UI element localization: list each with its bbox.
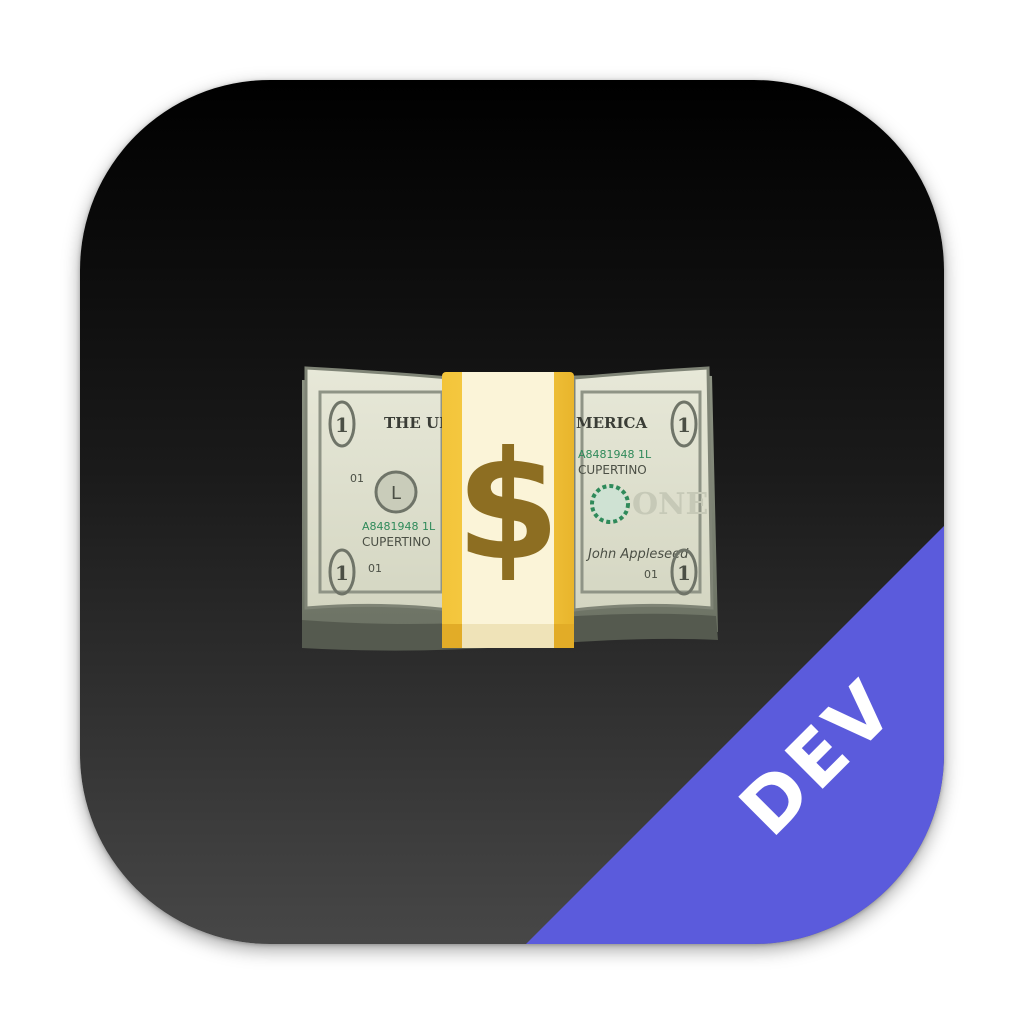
app-icon-tile: THE UN L 01 A8481948 1L CUPERTINO 01 1 1… — [80, 80, 944, 944]
